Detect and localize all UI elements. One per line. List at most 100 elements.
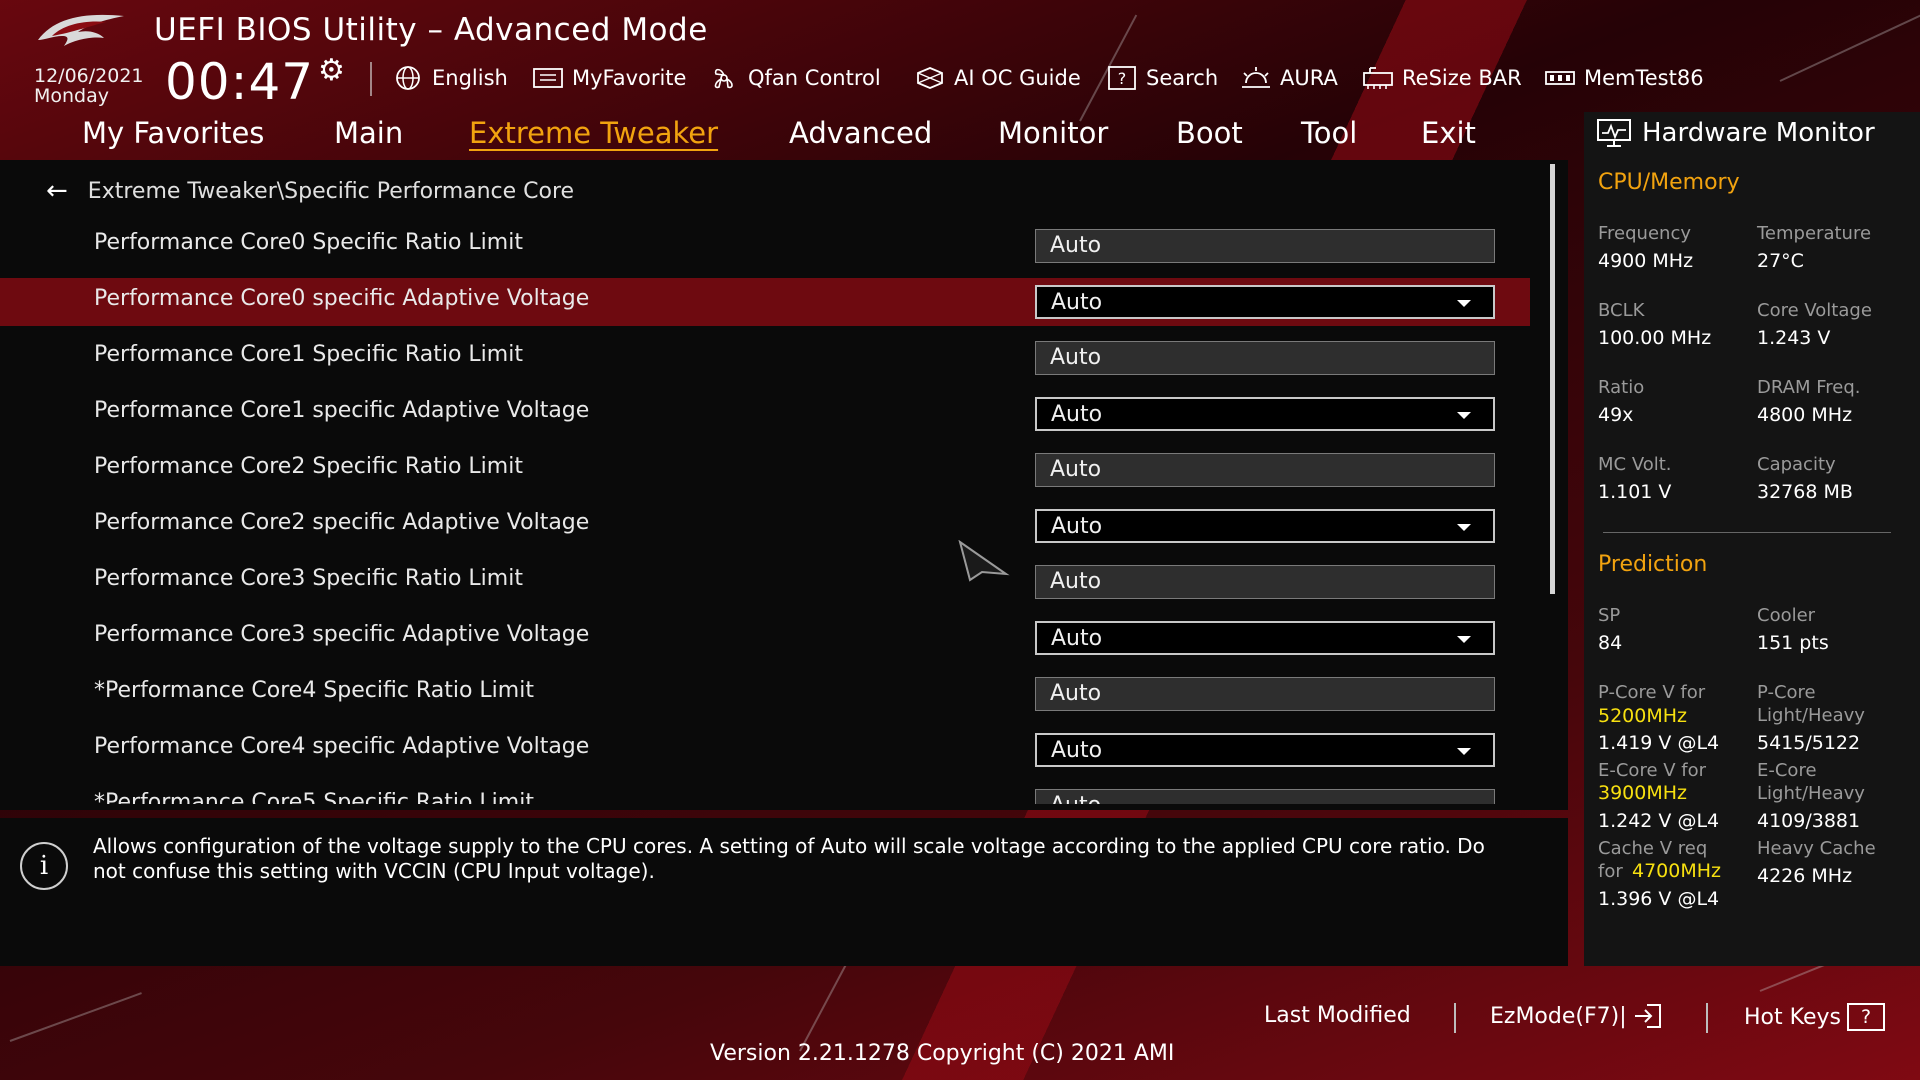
setting-row[interactable]: Performance Core4 specific Adaptive Volt… (0, 726, 1530, 774)
frequency-label: Frequency (1598, 223, 1691, 244)
setting-value: Auto (1050, 569, 1102, 594)
pcore-light-heavy-value: 5415/5122 (1757, 732, 1861, 754)
tab-exit[interactable]: Exit (1421, 116, 1476, 150)
cooler-value: 151 pts (1757, 632, 1829, 654)
temperature-label: Temperature (1757, 223, 1872, 244)
ecore-v-frequency: 3900MHz (1598, 782, 1688, 804)
tab-tool[interactable]: Tool (1301, 116, 1357, 150)
frequency-value: 4900 MHz (1598, 250, 1694, 272)
setting-label: Performance Core0 specific Adaptive Volt… (94, 286, 590, 311)
tab-boot[interactable]: Boot (1176, 116, 1243, 150)
pcore-v-frequency: 5200MHz (1598, 705, 1688, 727)
last-modified-button[interactable]: Last Modified (1264, 1003, 1411, 1028)
cache-v-value: 1.396 V @L4 (1598, 888, 1720, 910)
setting-dropdown[interactable]: Auto (1035, 397, 1495, 431)
back-arrow-icon[interactable]: ← (46, 176, 68, 206)
mouse-cursor-icon (958, 540, 1010, 582)
sp-label: SP (1598, 605, 1621, 626)
hardware-monitor-divider (1603, 532, 1891, 533)
cache-v-frequency: 4700MHz (1632, 860, 1722, 882)
setting-label: Performance Core3 Specific Ratio Limit (94, 566, 523, 591)
ratio-label: Ratio (1598, 377, 1645, 398)
setting-value: Auto (1051, 290, 1103, 315)
setting-label: Performance Core2 specific Adaptive Volt… (94, 510, 590, 535)
setting-value-field[interactable]: Auto (1035, 789, 1495, 804)
breadcrumb-path: Extreme Tweaker\Specific Performance Cor… (87, 178, 575, 204)
monitor-icon (1597, 119, 1631, 147)
help-key-icon: ? (1846, 1003, 1885, 1031)
setting-value: Auto (1051, 514, 1103, 539)
setting-label: *Performance Core4 Specific Ratio Limit (94, 678, 534, 703)
bclk-label: BCLK (1598, 300, 1645, 321)
breadcrumb: ← Extreme Tweaker\Specific Performance C… (46, 176, 574, 206)
core-voltage-label: Core Voltage (1757, 300, 1872, 321)
last-modified-label: Last Modified (1264, 1003, 1411, 1028)
capacity-label: Capacity (1757, 454, 1836, 475)
setting-dropdown[interactable]: Auto (1035, 285, 1495, 319)
chevron-down-icon (1457, 524, 1471, 531)
hot-keys-label: Hot Keys (1744, 1004, 1841, 1030)
footer-divider (1706, 1003, 1708, 1033)
rog-logo-icon (38, 14, 124, 46)
setting-row[interactable]: *Performance Core4 Specific Ratio Limit … (0, 670, 1530, 718)
cache-v-label-1: Cache V req (1598, 838, 1708, 859)
ecore-light-heavy-label-2: Light/Heavy (1757, 783, 1865, 804)
help-text: Allows configuration of the voltage supp… (93, 834, 1485, 883)
tab-advanced[interactable]: Advanced (789, 116, 932, 150)
setting-row[interactable]: Performance Core2 Specific Ratio Limit A… (0, 446, 1530, 494)
ecore-light-heavy-label-1: E-Core (1757, 760, 1817, 781)
settings-list: Performance Core0 Specific Ratio Limit A… (0, 222, 1530, 804)
setting-dropdown[interactable]: Auto (1035, 509, 1495, 543)
setting-row-selected[interactable]: Performance Core0 specific Adaptive Volt… (0, 278, 1530, 326)
setting-value-field[interactable]: Auto (1035, 341, 1495, 375)
heavy-cache-label: Heavy Cache (1757, 838, 1876, 859)
footer-divider (1454, 1003, 1456, 1033)
ecore-v-label: E-Core V for (1598, 760, 1707, 781)
setting-value-field[interactable]: Auto (1035, 677, 1495, 711)
hardware-monitor-title: Hardware Monitor (1596, 118, 1875, 148)
ecore-v-value: 1.242 V @L4 (1598, 810, 1720, 832)
setting-value: Auto (1051, 402, 1103, 427)
setting-label: Performance Core1 Specific Ratio Limit (94, 342, 523, 367)
version-info: Version 2.21.1278 Copyright (C) 2021 AMI (710, 1041, 1175, 1066)
setting-label: Performance Core3 specific Adaptive Volt… (94, 622, 590, 647)
setting-row[interactable]: *Performance Core5 Specific Ratio Limit … (0, 782, 1530, 804)
setting-row[interactable]: Performance Core3 Specific Ratio Limit A… (0, 558, 1530, 606)
setting-value-field[interactable]: Auto (1035, 453, 1495, 487)
pcore-v-label: P-Core V for (1598, 682, 1706, 703)
tab-main[interactable]: Main (334, 116, 403, 150)
sp-value: 84 (1598, 632, 1623, 654)
setting-row[interactable]: Performance Core2 specific Adaptive Volt… (0, 502, 1530, 550)
tab-monitor[interactable]: Monitor (998, 116, 1108, 150)
setting-row[interactable]: Performance Core1 Specific Ratio Limit A… (0, 334, 1530, 382)
chevron-down-icon (1457, 748, 1471, 755)
chevron-down-icon (1457, 412, 1471, 419)
tab-extreme-tweaker[interactable]: Extreme Tweaker (469, 116, 718, 150)
ezmode-label: EzMode(F7)| (1490, 1003, 1627, 1029)
ezmode-button[interactable]: EzMode(F7)| (1490, 1003, 1663, 1029)
setting-value: Auto (1051, 626, 1103, 651)
setting-value: Auto (1050, 681, 1102, 706)
setting-dropdown[interactable]: Auto (1035, 733, 1495, 767)
tab-my-favorites[interactable]: My Favorites (82, 116, 264, 150)
cpu-memory-heading: CPU/Memory (1598, 170, 1740, 195)
chevron-down-icon (1457, 300, 1471, 307)
hot-keys-button[interactable]: Hot Keys ? (1744, 1003, 1885, 1031)
setting-row[interactable]: Performance Core3 specific Adaptive Volt… (0, 614, 1530, 662)
heavy-cache-value: 4226 MHz (1757, 865, 1853, 887)
hardware-monitor-label: Hardware Monitor (1642, 118, 1875, 148)
prediction-heading: Prediction (1598, 552, 1708, 577)
setting-value: Auto (1050, 345, 1102, 370)
setting-label: Performance Core2 Specific Ratio Limit (94, 454, 523, 479)
setting-row[interactable]: Performance Core1 specific Adaptive Volt… (0, 390, 1530, 438)
setting-dropdown[interactable]: Auto (1035, 621, 1495, 655)
scrollbar[interactable] (1550, 164, 1555, 594)
header (0, 0, 1920, 112)
setting-value: Auto (1050, 793, 1101, 804)
setting-value-field[interactable]: Auto (1035, 565, 1495, 599)
core-voltage-value: 1.243 V (1757, 327, 1831, 349)
setting-row[interactable]: Performance Core0 Specific Ratio Limit A… (0, 222, 1530, 270)
ecore-light-heavy-value: 4109/3881 (1757, 810, 1861, 832)
setting-value-field[interactable]: Auto (1035, 229, 1495, 263)
cache-v-label-2: for (1598, 861, 1623, 882)
